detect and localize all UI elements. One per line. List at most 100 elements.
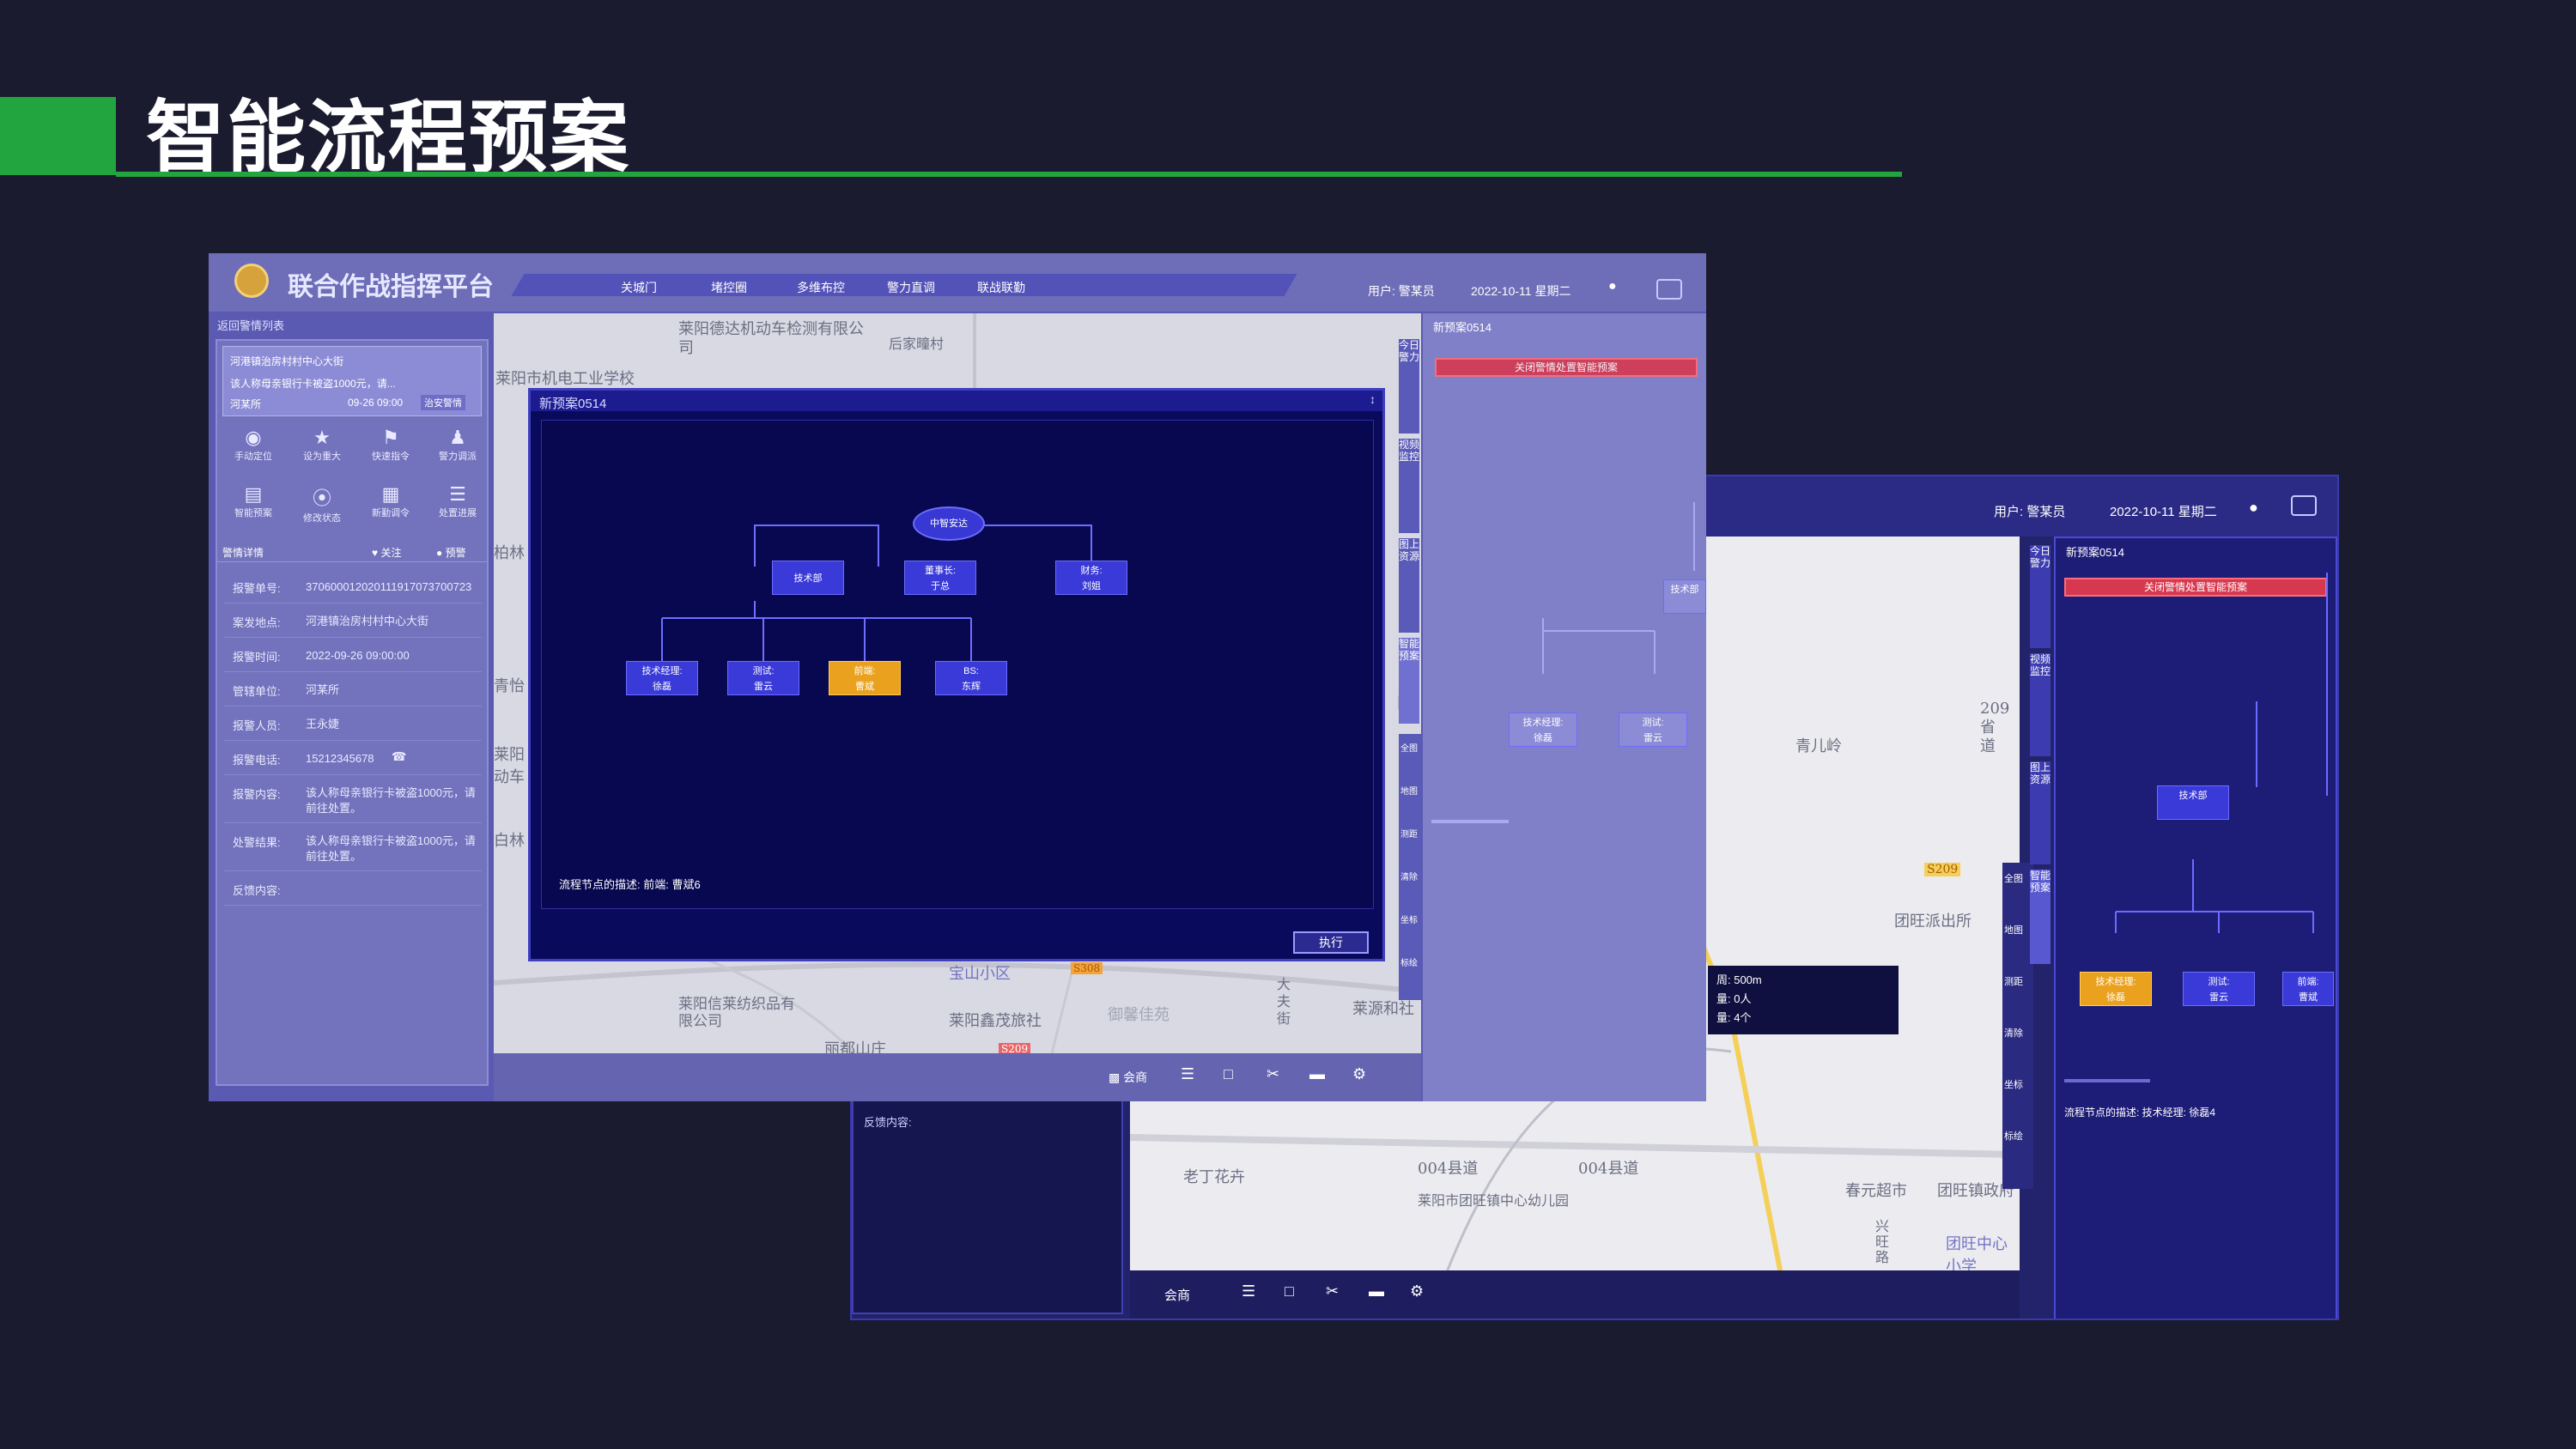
detail-key: 报警人员: bbox=[233, 719, 281, 732]
plan-node-chairman[interactable]: 董事长: 于总 bbox=[904, 561, 976, 595]
list-icon[interactable]: ☰ bbox=[1242, 1282, 1255, 1300]
back-scrollbar[interactable] bbox=[2064, 1079, 2150, 1082]
node-value: 雷云 bbox=[2209, 992, 2228, 1003]
action-status[interactable]: ⦿ 修改状态 bbox=[296, 483, 348, 524]
phone-icon[interactable]: ☎ bbox=[392, 749, 406, 764]
map-label-school: 莱阳市机电工业学校 bbox=[495, 370, 635, 388]
map-label-qingerling: 青儿岭 bbox=[1795, 737, 1842, 755]
map-label-xingwang: 兴旺路 bbox=[1875, 1218, 1890, 1265]
side-scrollbar[interactable] bbox=[1431, 820, 1509, 823]
back-vtab-resources[interactable]: 图上资源 bbox=[2030, 761, 2050, 864]
back-consult-button[interactable]: 会商 bbox=[1164, 1286, 1190, 1304]
plan-node-frontend[interactable]: 前端: 曹斌 bbox=[829, 661, 901, 695]
map-label-bailin: 白林 bbox=[494, 832, 525, 850]
action-progress[interactable]: ☰ 处置进展 bbox=[432, 483, 483, 519]
tool-clear[interactable]: 清除 bbox=[2004, 1026, 2023, 1040]
execute-button[interactable]: 执行 bbox=[1293, 931, 1369, 954]
vtab-video[interactable]: 视频监控 bbox=[1399, 439, 1419, 533]
back-left-panel: 反馈内容: bbox=[852, 1100, 1123, 1314]
plan-side-panel: 新预案0514 关闭警情处置智能预案 技术部 技术经理: 徐磊 测试: 雷云 bbox=[1423, 313, 1706, 1101]
tool-draw[interactable]: 标绘 bbox=[2004, 1129, 2023, 1143]
side-node-tech[interactable]: 技术部 bbox=[1663, 579, 1706, 614]
action-quick-order[interactable]: ⚑ 快速指令 bbox=[365, 427, 416, 463]
back-node-test[interactable]: 测试: 雷云 bbox=[2183, 972, 2255, 1006]
detail-key: 报警时间: bbox=[233, 651, 281, 664]
action-label: 快速指令 bbox=[372, 452, 410, 462]
chat-icon[interactable]: ▬ bbox=[1369, 1282, 1384, 1300]
tool-draw[interactable]: 标绘 bbox=[1400, 955, 1418, 968]
user-icon[interactable]: ● bbox=[1608, 279, 1617, 294]
vtab-police[interactable]: 今日警力 bbox=[1399, 339, 1419, 433]
detail-row: 管辖单位: 河某所 bbox=[224, 672, 482, 706]
scissors-icon[interactable]: ✂ bbox=[1326, 1282, 1339, 1300]
scissors-icon[interactable]: ✂ bbox=[1267, 1065, 1279, 1083]
nav-blockade[interactable]: 堵控圈 bbox=[711, 279, 747, 296]
tool-fullmap[interactable]: 全图 bbox=[1400, 741, 1418, 754]
fullscreen-icon[interactable] bbox=[2291, 495, 2317, 516]
tool-coord[interactable]: 坐标 bbox=[2004, 1077, 2023, 1091]
side-node-techmgr[interactable]: 技术经理: 徐磊 bbox=[1509, 712, 1577, 747]
tool-coord[interactable]: 坐标 bbox=[1400, 912, 1418, 925]
action-smart-plan[interactable]: ▤ 智能预案 bbox=[228, 483, 279, 519]
vtab-resources[interactable]: 图上资源 bbox=[1399, 538, 1419, 633]
detail-row: 案发地点: 河港镇治房村村中心大街 bbox=[224, 603, 482, 638]
node-value: 徐磊 bbox=[1534, 733, 1552, 743]
tool-map[interactable]: 地图 bbox=[2004, 923, 2023, 937]
plan-node-tech[interactable]: 技术部 bbox=[772, 561, 844, 595]
action-new-order[interactable]: ▦ 新勤调令 bbox=[365, 483, 416, 519]
detail-row: 报警时间: 2022-09-26 09:00:00 bbox=[224, 638, 482, 672]
settings-icon[interactable]: ⚙ bbox=[1352, 1065, 1366, 1083]
node-value: 曹斌 bbox=[2299, 992, 2318, 1003]
action-label: 新勤调令 bbox=[372, 508, 410, 518]
tool-map[interactable]: 地图 bbox=[1400, 784, 1418, 797]
map-label-s308: S308 bbox=[1071, 962, 1103, 974]
chat-icon[interactable]: ▬ bbox=[1309, 1065, 1325, 1083]
nav-multi-control[interactable]: 多维布控 bbox=[797, 279, 845, 296]
back-node-frontend[interactable]: 前端: 曹斌 bbox=[2282, 972, 2334, 1006]
side-node-test[interactable]: 测试: 雷云 bbox=[1619, 712, 1687, 747]
modal-expand-icon[interactable]: ↕ bbox=[1370, 392, 1376, 406]
node-label: 董事长: bbox=[924, 566, 957, 576]
back-vtab-police[interactable]: 今日警力 bbox=[2030, 545, 2050, 648]
tool-clear[interactable]: 清除 bbox=[1400, 870, 1418, 882]
consult-label: 会商 bbox=[1123, 1070, 1148, 1084]
vtab-plan[interactable]: 智能预案 bbox=[1399, 638, 1419, 724]
plan-node-techmgr[interactable]: 技术经理: 徐磊 bbox=[626, 661, 698, 695]
id-icon[interactable]: □ bbox=[1224, 1065, 1233, 1083]
settings-icon[interactable]: ⚙ bbox=[1410, 1282, 1424, 1300]
fullscreen-icon[interactable] bbox=[1656, 279, 1682, 300]
tool-measure[interactable]: 测距 bbox=[2004, 974, 2023, 988]
case-card[interactable]: 河港镇治房村村中心大街 该人称母亲银行卡被盗1000元，请... 河某所 09-… bbox=[222, 346, 482, 416]
plan-node-test[interactable]: 测试: 雷云 bbox=[727, 661, 799, 695]
action-label: 设为重大 bbox=[303, 452, 341, 462]
detail-value: 该人称母亲银行卡被盗1000元，请前往处置。 bbox=[306, 786, 476, 815]
action-locate[interactable]: ◉ 手动定位 bbox=[228, 427, 279, 463]
user-icon[interactable]: ● bbox=[2249, 499, 2258, 517]
map-label-209: 209省道 bbox=[1980, 700, 2010, 755]
back-vtab-plan[interactable]: 智能预案 bbox=[2030, 870, 2050, 964]
detail-value: 王永婕 bbox=[306, 718, 340, 731]
back-node-techmgr[interactable]: 技术经理: 徐磊 bbox=[2080, 972, 2152, 1006]
nav-close-gates[interactable]: 关城门 bbox=[621, 279, 657, 296]
node-label: 技术经理: bbox=[1522, 718, 1564, 728]
action-dispatch[interactable]: ♟ 警力调派 bbox=[432, 427, 483, 463]
nav-joint-ops[interactable]: 联战联勤 bbox=[977, 279, 1025, 296]
tool-fullmap[interactable]: 全图 bbox=[2004, 871, 2023, 885]
plan-node-finance[interactable]: 财务: 刘姐 bbox=[1055, 561, 1127, 595]
tool-measure[interactable]: 测距 bbox=[1400, 827, 1418, 840]
alert-button[interactable]: ● 预警 bbox=[436, 545, 466, 560]
id-icon[interactable]: □ bbox=[1285, 1282, 1294, 1300]
nav-police-dispatch[interactable]: 警力直调 bbox=[887, 279, 935, 296]
back-node-tech[interactable]: 技术部 bbox=[2157, 785, 2229, 820]
list-icon[interactable]: ☰ bbox=[1181, 1065, 1194, 1083]
follow-button[interactable]: ♥ 关注 bbox=[372, 545, 401, 560]
back-vtab-video[interactable]: 视频监控 bbox=[2030, 653, 2050, 756]
main-date: 2022-10-11 星期二 bbox=[1471, 284, 1571, 298]
back-to-list-link[interactable]: 返回警情列表 bbox=[217, 317, 284, 333]
consult-button[interactable]: ▩ 会商 bbox=[1109, 1069, 1147, 1086]
compass-icon: ⦿ bbox=[312, 488, 331, 509]
action-major[interactable]: ★ 设为重大 bbox=[296, 427, 348, 463]
plan-root-node[interactable]: 中智安达 bbox=[913, 506, 985, 541]
plan-node-bs[interactable]: BS: 东辉 bbox=[935, 661, 1007, 695]
detail-key: 管辖单位: bbox=[233, 685, 281, 698]
